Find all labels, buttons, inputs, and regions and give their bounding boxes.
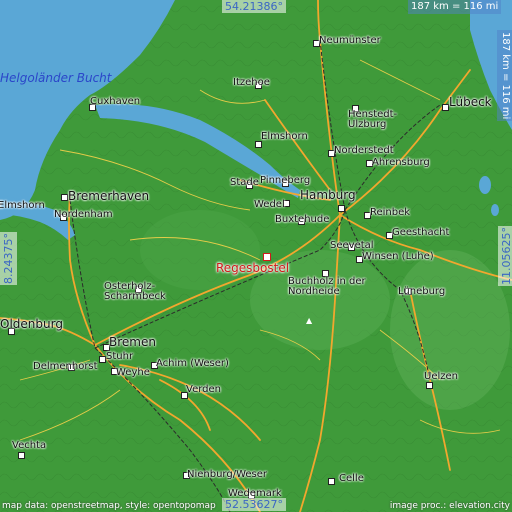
credit-map-data: map data: openstreetmap, style: opentopo… xyxy=(2,501,216,511)
town-label-luebeck: Lübeck xyxy=(449,95,492,109)
town-label-ahrensburg: Ahrensburg xyxy=(372,157,430,168)
summit-marker: ▲ xyxy=(306,316,313,325)
town-label-buchholz: Buchholz in der Nordheide xyxy=(288,276,366,297)
town-label-celle: Celle xyxy=(339,473,364,484)
town-marker xyxy=(426,382,433,389)
town-label-wedel: Wedel xyxy=(254,199,285,210)
town-label-neumuenster: Neumünster xyxy=(319,35,381,46)
town-label-oldenburg: Oldenburg xyxy=(0,317,63,331)
town-label-uelzen: Uelzen xyxy=(424,371,458,382)
town-label-pinneberg: Pinneberg xyxy=(260,175,311,186)
town-label-stade: Stade xyxy=(230,177,259,188)
town-label-edge-fragment: Elmshorn xyxy=(0,200,45,211)
town-marker xyxy=(61,194,68,201)
town-label-henstedt-ulzburg: Henstedt-Ulzburg xyxy=(348,109,398,130)
longitude-left: 8.24375° xyxy=(0,232,17,285)
town-label-verden: Verden xyxy=(186,384,221,395)
latitude-top: 54.21386° xyxy=(222,0,286,13)
map-view[interactable]: ▲ Helgoländer Bucht Neumünster Itzehoe L… xyxy=(0,0,512,512)
town-marker xyxy=(18,452,25,459)
town-label-cuxhaven: Cuxhaven xyxy=(90,96,141,107)
latitude-bottom: 52.53627° xyxy=(222,498,286,511)
town-marker xyxy=(442,104,449,111)
scale-bar-top: 187 km = 116 mi xyxy=(408,0,502,14)
credit-image-proc: image proc.: elevation.city xyxy=(389,501,510,511)
town-label-weyhe: Weyhe xyxy=(116,367,150,378)
town-label-geesthacht: Geesthacht xyxy=(392,227,450,238)
town-label-buxtehude: Buxtehude xyxy=(275,214,330,225)
longitude-right: 11.05625° xyxy=(498,226,512,286)
town-marker xyxy=(338,205,345,212)
town-label-lueneburg: Lüneburg xyxy=(398,286,446,297)
town-label-osterholz-scharmbeck: Osterholz-Scharmbeck xyxy=(104,281,166,302)
town-label-norderstedt: Norderstedt xyxy=(334,145,394,156)
town-label-reinbek: Reinbek xyxy=(370,207,411,218)
town-label-nienburg: Nienburg/Weser xyxy=(187,469,268,480)
town-label-itzehoe: Itzehoe xyxy=(233,77,270,88)
town-marker xyxy=(328,478,335,485)
town-label-elmshorn: Elmshorn xyxy=(261,131,308,142)
town-label-bremerhaven: Bremerhaven xyxy=(68,189,150,203)
town-label-delmenhorst: Delmenhorst xyxy=(33,361,98,372)
town-label-seevetal: Seevetal xyxy=(330,240,374,251)
scale-bar-right: 187 km = 116 mi xyxy=(497,30,512,122)
town-marker xyxy=(99,356,106,363)
town-label-stuhr: Stuhr xyxy=(106,351,134,362)
town-label-nordenham: Nordenham xyxy=(54,209,113,220)
town-label-bremen: Bremen xyxy=(109,335,156,349)
town-label-winsen-luhe: Winsen (Luhe) xyxy=(362,251,434,262)
highlight-label: Regesbostel xyxy=(216,261,290,275)
town-label-vechta: Vechta xyxy=(12,440,47,451)
highlight-marker[interactable] xyxy=(263,253,271,261)
town-marker xyxy=(255,141,262,148)
town-label-hamburg: Hamburg xyxy=(300,188,356,202)
water-label: Helgoländer Bucht xyxy=(0,71,112,85)
town-label-achim: Achim (Weser) xyxy=(156,358,229,369)
